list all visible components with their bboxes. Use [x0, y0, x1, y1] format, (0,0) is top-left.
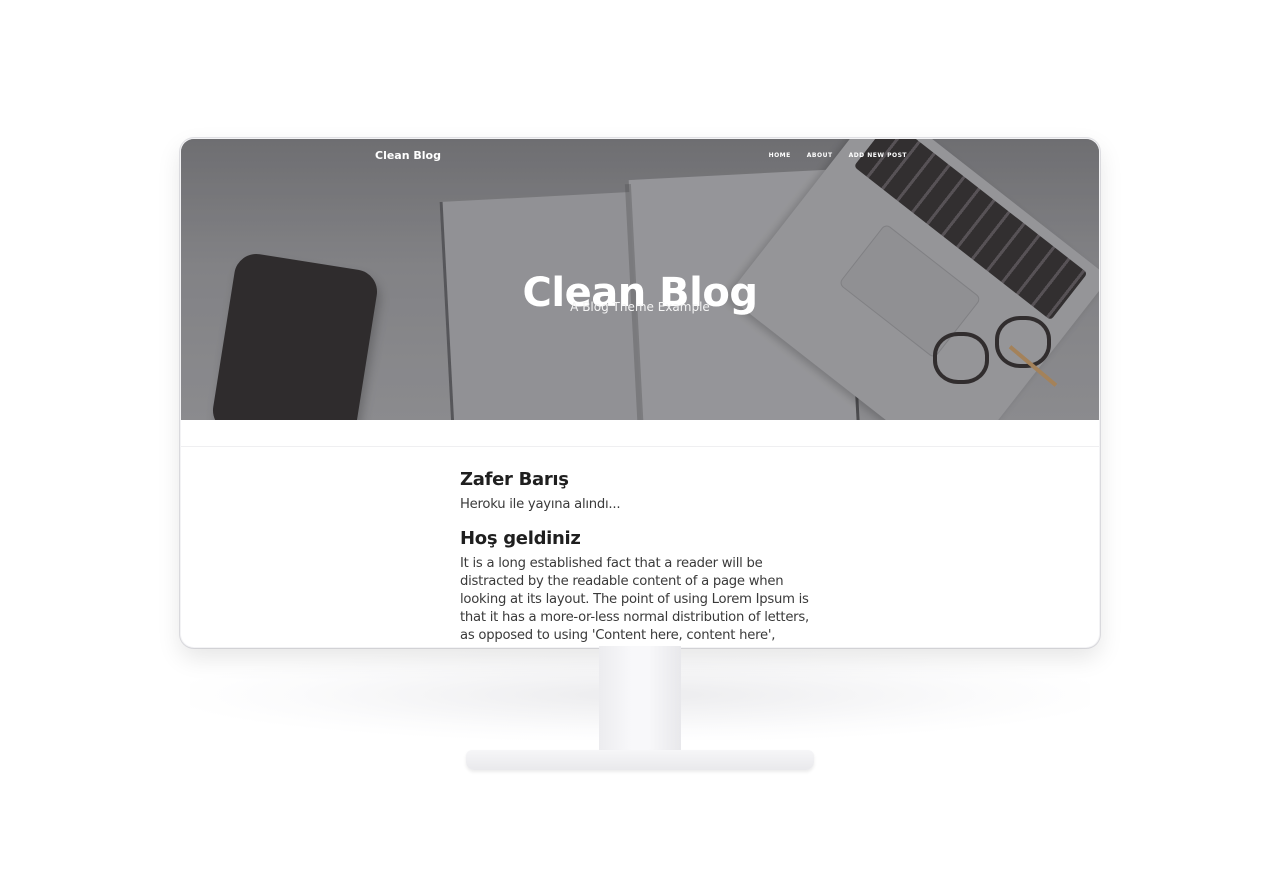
- post-title[interactable]: Zafer Barış: [460, 469, 825, 490]
- section-divider: [181, 446, 1099, 447]
- brand-link[interactable]: Clean Blog: [375, 149, 441, 162]
- monitor-frame: Clean Blog HOME ABOUT ADD NEW POST Clean…: [180, 138, 1100, 648]
- browser-screen: Clean Blog HOME ABOUT ADD NEW POST Clean…: [181, 139, 1099, 647]
- hero-header: Clean Blog HOME ABOUT ADD NEW POST Clean…: [181, 139, 1099, 420]
- post-preview[interactable]: Zafer Barış Heroku ile yayına alındı...: [460, 469, 825, 514]
- post-list: Zafer Barış Heroku ile yayına alındı... …: [460, 469, 825, 647]
- post-excerpt: Heroku ile yayına alındı...: [460, 497, 621, 512]
- top-navbar: Clean Blog HOME ABOUT ADD NEW POST: [181, 139, 1099, 175]
- nav-add-new-post-link[interactable]: ADD NEW POST: [849, 152, 907, 159]
- post-excerpt: It is a long established fact that a rea…: [460, 556, 809, 647]
- monitor-stand-base: [466, 750, 814, 770]
- post-title[interactable]: Hoş geldiniz: [460, 528, 825, 549]
- monitor-mockup: Clean Blog HOME ABOUT ADD NEW POST Clean…: [0, 0, 1280, 896]
- post-preview[interactable]: Hoş geldiniz It is a long established fa…: [460, 528, 825, 647]
- monitor-stand-neck: [599, 646, 681, 758]
- hero-subtitle: A Blog Theme Example: [570, 300, 710, 314]
- nav-home-link[interactable]: HOME: [769, 152, 791, 159]
- nav-about-link[interactable]: ABOUT: [807, 152, 833, 159]
- nav-links: HOME ABOUT ADD NEW POST: [769, 152, 907, 159]
